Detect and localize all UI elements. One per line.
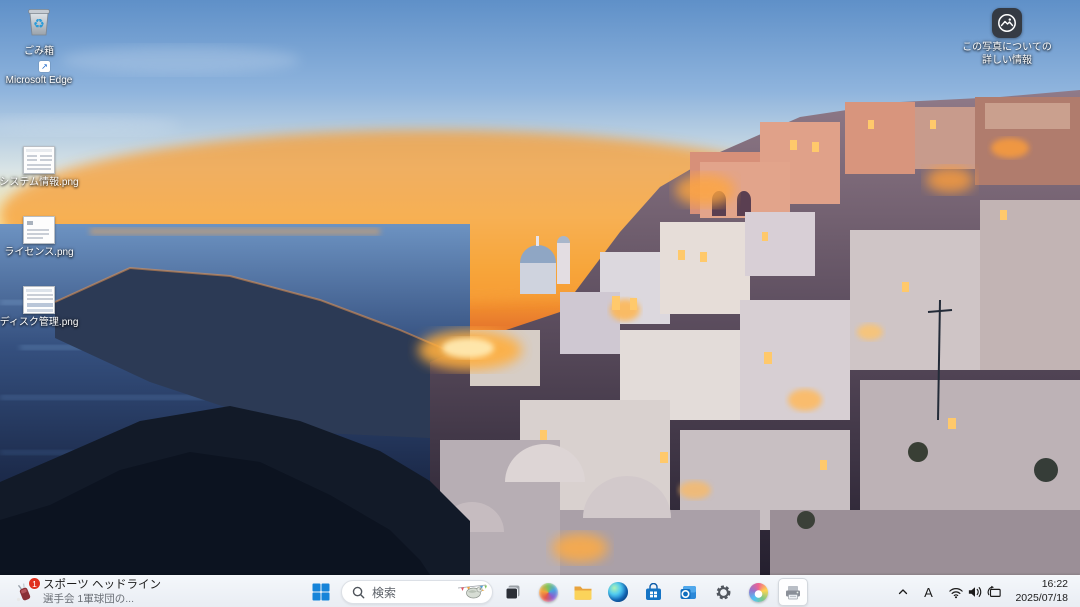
desktop-icon-disk-management[interactable]: ディスク管理.png <box>2 286 76 329</box>
news-badge: 1 <box>28 577 41 590</box>
clock-time: 16:22 <box>1015 578 1068 592</box>
sports-news-icon: 1 <box>14 581 36 603</box>
microsoft-store-button[interactable] <box>638 578 668 606</box>
desktop-icon-microsoft-edge[interactable]: ↗ Microsoft Edge <box>2 72 76 87</box>
spotlight-picture-icon <box>992 8 1022 38</box>
shortcut-arrow-icon: ↗ <box>39 61 50 72</box>
windows-logo-icon <box>312 583 330 601</box>
news-title: スポーツ ヘッドライン <box>43 579 161 593</box>
desktop-icon-label: Microsoft Edge <box>6 75 73 87</box>
active-app-printer-icon <box>784 584 802 601</box>
file-explorer-icon <box>573 583 593 601</box>
ime-mode-button[interactable]: A <box>915 579 941 605</box>
chevron-up-icon <box>897 586 909 598</box>
paint-palette-icon <box>749 583 768 602</box>
clock[interactable]: 16:22 2025/07/18 <box>1009 578 1074 605</box>
image-thumbnail-icon <box>23 146 55 174</box>
recycle-bin-icon: ♻ <box>23 4 55 43</box>
desktop-icon-license[interactable]: ライセンス.png <box>2 216 76 259</box>
wifi-icon <box>948 585 964 599</box>
paint-button[interactable] <box>743 578 773 606</box>
outlook-icon <box>679 583 698 602</box>
search-box[interactable]: 検索 <box>341 580 493 604</box>
wallpaper-santorini-sunset <box>0 0 1080 607</box>
edge-icon <box>608 582 628 602</box>
active-app-button[interactable] <box>778 578 808 606</box>
copilot-icon <box>539 583 558 602</box>
tray-overflow-button[interactable] <box>893 579 913 605</box>
edge-button[interactable] <box>603 578 633 606</box>
desktop-icon-system-info[interactable]: システム情報.png <box>2 146 76 189</box>
image-thumbnail-icon <box>23 216 55 244</box>
spotlight-learn-more[interactable]: この写真についての 詳しい情報 <box>952 8 1062 67</box>
spotlight-label: この写真についての 詳しい情報 <box>962 42 1052 67</box>
search-highlight-bird-icon <box>456 582 488 602</box>
volume-icon <box>967 585 983 599</box>
outlook-button[interactable] <box>673 578 703 606</box>
desktop-icon-label: システム情報.png <box>0 177 79 189</box>
search-icon <box>352 586 365 599</box>
widgets-button[interactable]: 1 スポーツ ヘッドライン 選手会 1軍球団の... <box>6 576 169 607</box>
desktop-icon-label: ごみ箱 <box>24 46 54 58</box>
desktop-icon-recycle-bin[interactable]: ♻ ごみ箱 <box>2 4 76 58</box>
svg-text:♻: ♻ <box>33 17 45 32</box>
task-view-button[interactable] <box>498 578 528 606</box>
image-thumbnail-icon <box>23 286 55 314</box>
update-restart-icon <box>986 585 1002 599</box>
settings-gear-icon <box>714 583 733 602</box>
microsoft-store-icon <box>644 583 663 602</box>
task-view-icon <box>504 583 522 601</box>
ime-mode-label: A <box>919 585 937 600</box>
news-subtitle: 選手会 1軍球団の... <box>43 593 161 606</box>
copilot-button[interactable] <box>533 578 563 606</box>
settings-button[interactable] <box>708 578 738 606</box>
desktop-screen: ♻ ごみ箱 ↗ Microsoft Edge システム情報.png <box>0 0 1080 607</box>
taskbar-center: 検索 <box>306 576 808 607</box>
desktop-icon-label: ライセンス.png <box>4 247 73 259</box>
quick-settings-button[interactable] <box>943 579 1007 605</box>
news-headline: スポーツ ヘッドライン 選手会 1軍球団の... <box>43 579 161 605</box>
file-explorer-button[interactable] <box>568 578 598 606</box>
taskbar: 1 スポーツ ヘッドライン 選手会 1軍球団の... <box>0 575 1080 607</box>
search-label: 検索 <box>372 584 449 601</box>
start-button[interactable] <box>306 578 336 606</box>
desktop-icon-label: ディスク管理.png <box>0 317 78 329</box>
clock-date: 2025/07/18 <box>1015 592 1068 606</box>
system-tray: A <box>893 576 1078 607</box>
